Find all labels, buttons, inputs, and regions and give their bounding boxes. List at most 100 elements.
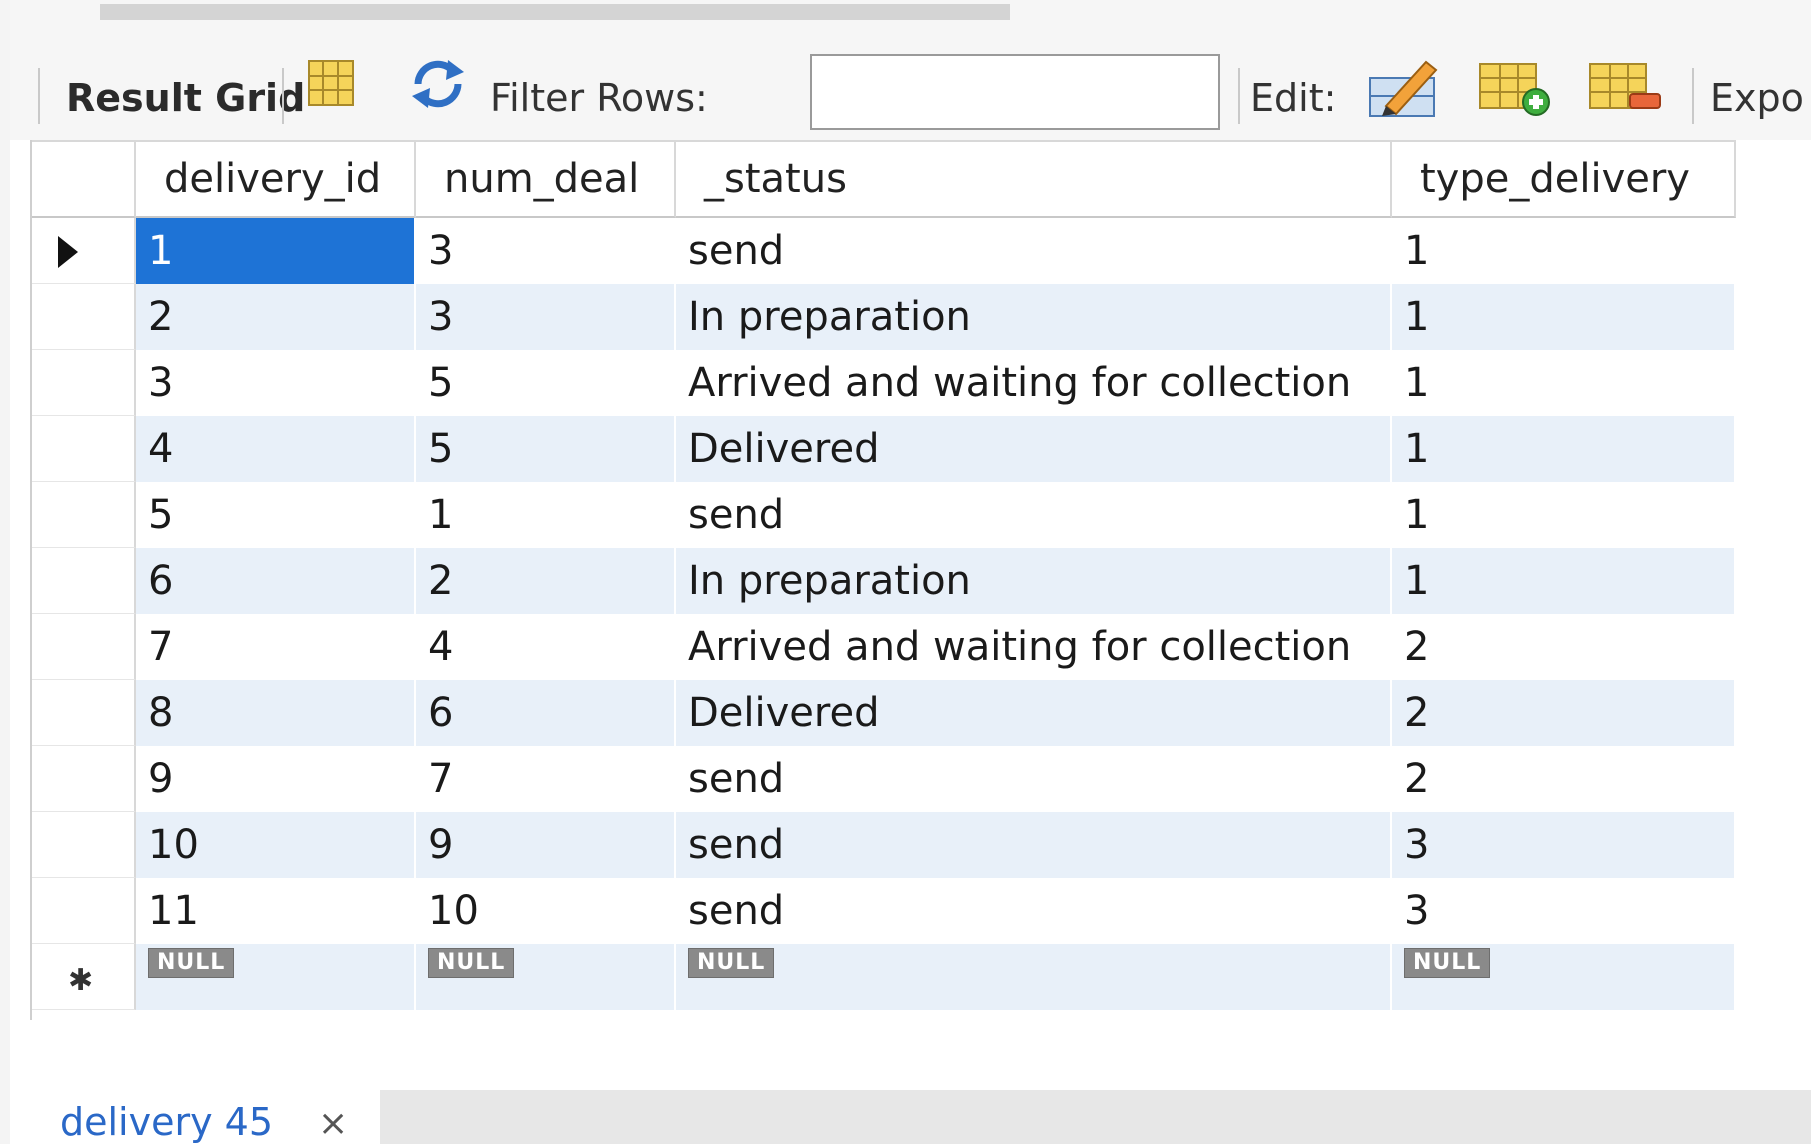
- cell-delivery-id[interactable]: 5: [136, 482, 416, 548]
- result-tab-bar: delivery 45 ×: [10, 1090, 1811, 1144]
- cell-num-deal[interactable]: 1: [416, 482, 676, 548]
- cell-status[interactable]: send: [676, 812, 1392, 878]
- row-header[interactable]: [32, 746, 136, 812]
- edit-cell-icon[interactable]: [1366, 56, 1442, 120]
- cell-num-deal[interactable]: 4: [416, 614, 676, 680]
- edit-label: Edit:: [1250, 76, 1337, 120]
- cell-type-delivery[interactable]: 3: [1392, 812, 1736, 878]
- cell-status[interactable]: Delivered: [676, 680, 1392, 746]
- cell-status[interactable]: Arrived and waiting for collection: [676, 614, 1392, 680]
- row-header[interactable]: [32, 350, 136, 416]
- column-header-delivery-id[interactable]: delivery_id: [136, 140, 416, 218]
- header-corner[interactable]: [32, 140, 136, 218]
- table-row[interactable]: 5 1 send 1: [32, 482, 1742, 548]
- row-header[interactable]: [32, 482, 136, 548]
- header-row: delivery_id num_deal _status type_delive…: [32, 140, 1742, 218]
- cell-delivery-id-new[interactable]: NULL: [136, 944, 416, 1010]
- close-tab-icon[interactable]: ×: [318, 1104, 348, 1144]
- row-header[interactable]: [32, 614, 136, 680]
- cell-type-delivery[interactable]: 2: [1392, 680, 1736, 746]
- table-row[interactable]: 7 4 Arrived and waiting for collection 2: [32, 614, 1742, 680]
- left-edge: [0, 0, 10, 1144]
- cell-type-delivery[interactable]: 1: [1392, 284, 1736, 350]
- cell-num-deal[interactable]: 9: [416, 812, 676, 878]
- cell-delivery-id[interactable]: 11: [136, 878, 416, 944]
- current-row-arrow-icon: [58, 236, 78, 268]
- row-header[interactable]: [32, 878, 136, 944]
- cell-type-delivery[interactable]: 2: [1392, 614, 1736, 680]
- filter-rows-input[interactable]: [810, 54, 1220, 130]
- column-header-type-delivery[interactable]: type_delivery: [1392, 140, 1736, 218]
- cell-delivery-id[interactable]: 7: [136, 614, 416, 680]
- cell-type-delivery[interactable]: 3: [1392, 878, 1736, 944]
- cell-num-deal[interactable]: 7: [416, 746, 676, 812]
- cell-type-delivery-new[interactable]: NULL: [1392, 944, 1736, 1010]
- table-row[interactable]: 8 6 Delivered 2: [32, 680, 1742, 746]
- cell-delivery-id[interactable]: 9: [136, 746, 416, 812]
- cell-status[interactable]: In preparation: [676, 284, 1392, 350]
- cell-delivery-id[interactable]: 3: [136, 350, 416, 416]
- cell-num-deal[interactable]: 3: [416, 284, 676, 350]
- cell-num-deal[interactable]: 5: [416, 416, 676, 482]
- row-header[interactable]: [32, 284, 136, 350]
- column-header-status[interactable]: _status: [676, 140, 1392, 218]
- cell-delivery-id[interactable]: 2: [136, 284, 416, 350]
- cell-num-deal[interactable]: 5: [416, 350, 676, 416]
- table-row[interactable]: 3 5 Arrived and waiting for collection 1: [32, 350, 1742, 416]
- cell-delivery-id[interactable]: 10: [136, 812, 416, 878]
- scrollbar-thumb[interactable]: [100, 4, 1010, 20]
- cell-num-deal[interactable]: 6: [416, 680, 676, 746]
- row-header[interactable]: [32, 680, 136, 746]
- cell-status[interactable]: send: [676, 878, 1392, 944]
- table-row[interactable]: 2 3 In preparation 1: [32, 284, 1742, 350]
- table-row[interactable]: 4 5 Delivered 1: [32, 416, 1742, 482]
- cell-status[interactable]: send: [676, 218, 1392, 284]
- cell-delivery-id[interactable]: 4: [136, 416, 416, 482]
- cell-status[interactable]: Arrived and waiting for collection: [676, 350, 1392, 416]
- cell-type-delivery[interactable]: 1: [1392, 218, 1736, 284]
- cell-status[interactable]: In preparation: [676, 548, 1392, 614]
- cell-status[interactable]: send: [676, 482, 1392, 548]
- toolbar-separator: [38, 68, 40, 124]
- result-grid-label[interactable]: Result Grid: [66, 76, 305, 120]
- new-row[interactable]: ✱ NULL NULL NULL NULL: [32, 944, 1742, 1010]
- cell-delivery-id[interactable]: 1: [136, 218, 416, 284]
- cell-delivery-id[interactable]: 6: [136, 548, 416, 614]
- add-row-icon[interactable]: [1476, 58, 1552, 118]
- cell-num-deal[interactable]: 3: [416, 218, 676, 284]
- cell-type-delivery[interactable]: 1: [1392, 416, 1736, 482]
- null-badge: NULL: [428, 948, 515, 978]
- cell-status[interactable]: send: [676, 746, 1392, 812]
- null-badge: NULL: [1404, 948, 1491, 978]
- cell-status-new[interactable]: NULL: [676, 944, 1392, 1010]
- toolbar-separator: [282, 68, 284, 124]
- result-grid[interactable]: delivery_id num_deal _status type_delive…: [30, 140, 1740, 1020]
- table-row[interactable]: 1 3 send 1: [32, 218, 1742, 284]
- cell-status[interactable]: Delivered: [676, 416, 1392, 482]
- table-row[interactable]: 9 7 send 2: [32, 746, 1742, 812]
- cell-type-delivery[interactable]: 2: [1392, 746, 1736, 812]
- table-row[interactable]: 10 9 send 3: [32, 812, 1742, 878]
- table-row[interactable]: 11 10 send 3: [32, 878, 1742, 944]
- table-row[interactable]: 6 2 In preparation 1: [32, 548, 1742, 614]
- cell-num-deal-new[interactable]: NULL: [416, 944, 676, 1010]
- result-tab-delivery[interactable]: delivery 45: [60, 1100, 273, 1144]
- delete-row-icon[interactable]: [1586, 58, 1662, 118]
- row-header[interactable]: [32, 218, 136, 284]
- cell-type-delivery[interactable]: 1: [1392, 350, 1736, 416]
- cell-delivery-id[interactable]: 8: [136, 680, 416, 746]
- column-header-num-deal[interactable]: num_deal: [416, 140, 676, 218]
- grid-view-icon[interactable]: [306, 58, 356, 108]
- cell-num-deal[interactable]: 2: [416, 548, 676, 614]
- horizontal-scrollbar[interactable]: [10, 0, 1811, 28]
- row-header[interactable]: ✱: [32, 944, 136, 1010]
- export-label[interactable]: Expo: [1710, 76, 1804, 120]
- cell-type-delivery[interactable]: 1: [1392, 482, 1736, 548]
- refresh-icon[interactable]: [408, 58, 468, 110]
- row-header[interactable]: [32, 416, 136, 482]
- row-header[interactable]: [32, 812, 136, 878]
- toolbar-separator: [1692, 68, 1694, 124]
- cell-num-deal[interactable]: 10: [416, 878, 676, 944]
- row-header[interactable]: [32, 548, 136, 614]
- cell-type-delivery[interactable]: 1: [1392, 548, 1736, 614]
